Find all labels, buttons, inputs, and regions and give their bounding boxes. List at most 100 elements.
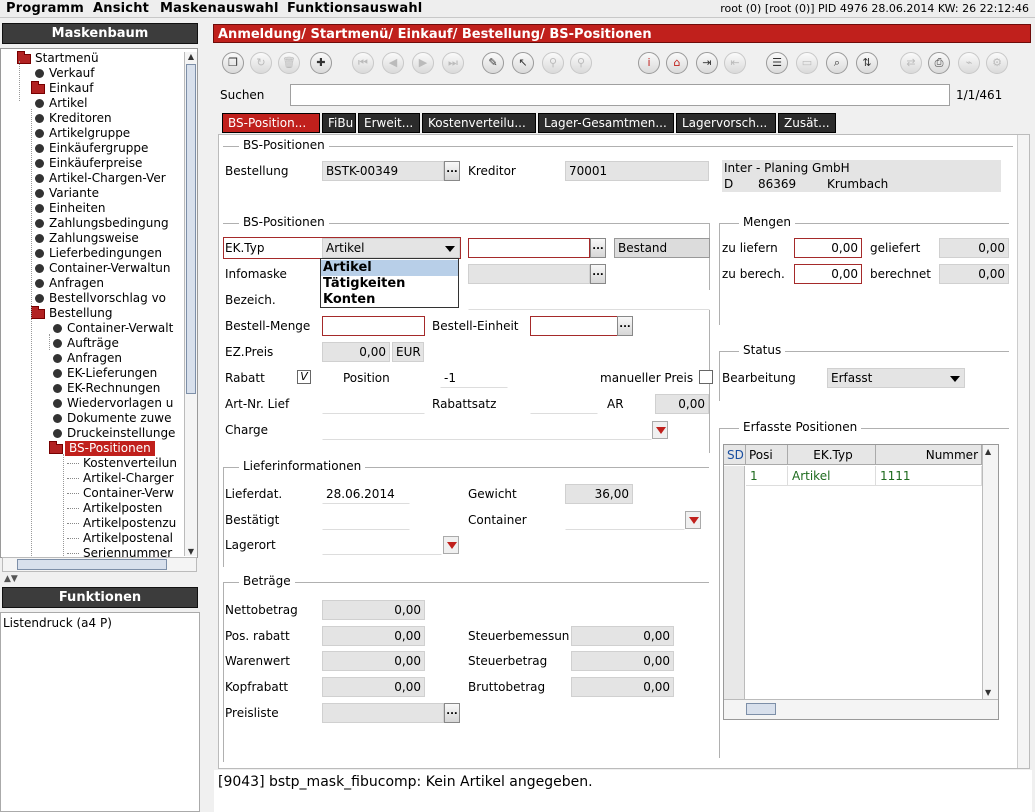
splitter-arrows-icon[interactable]: ▲▼ — [4, 574, 18, 584]
menu-programm[interactable]: Programm — [6, 1, 84, 16]
column-header-sd[interactable]: SD — [724, 445, 746, 465]
bestellung-lookup-button[interactable]: ... — [444, 161, 460, 181]
rabattsatz-field[interactable] — [530, 394, 598, 414]
nettobetrag-field[interactable]: 0,00 — [322, 600, 425, 620]
home-icon[interactable]: ⌂ — [666, 52, 688, 74]
tree-item[interactable]: Wiedervorlagen u — [1, 396, 185, 411]
export-icon[interactable]: ⎙ — [928, 52, 950, 74]
bestand-button[interactable]: Bestand — [614, 238, 710, 258]
ektyp-lookup-button[interactable]: ... — [590, 238, 606, 258]
zu-berech-field[interactable]: 0,00 — [794, 264, 862, 284]
pos-rabatt-field[interactable]: 0,00 — [322, 626, 425, 646]
bestell-menge-field[interactable] — [322, 316, 425, 336]
tree-item[interactable]: Zahlungsbedingung — [1, 216, 185, 231]
tree-item[interactable]: Anfragen — [1, 276, 185, 291]
refresh-icon[interactable]: ↻ — [250, 52, 272, 74]
tree-item[interactable]: Kreditoren — [1, 111, 185, 126]
table-scroll-down-icon[interactable]: ▼ — [985, 688, 991, 697]
scroll-up-icon[interactable]: ▲ — [185, 52, 197, 61]
charge-dropdown-icon[interactable] — [652, 421, 668, 439]
tree-item[interactable]: EK-Lieferungen — [1, 366, 185, 381]
lieferdat-field[interactable]: 28.06.2014 — [322, 484, 410, 504]
bearbeitung-dropdown[interactable]: Erfasst — [827, 368, 965, 388]
tree-item[interactable]: Bestellung — [1, 306, 185, 321]
table-horizontal-scrollbar[interactable] — [724, 699, 998, 719]
gewicht-field[interactable]: 36,00 — [565, 484, 633, 504]
infomaske-lookup-button[interactable]: ... — [590, 264, 606, 284]
last-icon[interactable]: ⏭ — [442, 52, 464, 74]
swap-icon[interactable]: ⇄ — [900, 52, 922, 74]
charge-field[interactable] — [322, 420, 652, 440]
tree-vertical-scrollbar[interactable]: ▲ ▼ — [184, 52, 197, 556]
notes-icon[interactable]: ☰ — [766, 52, 788, 74]
tree-item[interactable]: Kostenverteilun — [1, 456, 185, 471]
preisliste-lookup-button[interactable]: ... — [444, 703, 460, 723]
tab-lager-gesamtmenge[interactable]: Lager-Gesamtmen... — [538, 113, 674, 133]
bestellung-field[interactable]: BSTK-00349 — [322, 161, 444, 181]
tree-item[interactable]: Artikel-Charger — [1, 471, 185, 486]
tree-item[interactable]: Artikelgruppe — [1, 126, 185, 141]
print-icon[interactable]: ▭ — [796, 52, 818, 74]
attach-icon[interactable]: ⌁ — [958, 52, 980, 74]
table-cell-nummer[interactable]: 1111 — [876, 466, 982, 486]
search-input[interactable] — [290, 84, 950, 106]
art-nr-lief-field[interactable] — [322, 394, 425, 414]
tree-item[interactable]: Zahlungsweise — [1, 231, 185, 246]
ezpreis-field[interactable]: 0,00 — [322, 342, 390, 362]
trash-icon[interactable]: 🗑 — [278, 52, 300, 74]
position-field[interactable]: -1 — [440, 368, 508, 388]
hscroll-thumb[interactable] — [17, 559, 167, 570]
tree-item[interactable]: Container-Verwaltun — [1, 261, 185, 276]
tab-fibu[interactable]: FiBu — [322, 113, 356, 133]
link-search-icon[interactable]: ⚲ — [542, 52, 564, 74]
table-scroll-up-icon[interactable]: ▲ — [985, 447, 991, 456]
preisliste-field[interactable] — [322, 703, 444, 723]
tab-bs-positionen[interactable]: BS-Position... — [222, 113, 320, 133]
tree-item[interactable]: EK-Rechnungen — [1, 381, 185, 396]
steuerbemessung-field[interactable]: 0,00 — [571, 626, 674, 646]
manueller-preis-checkbox[interactable] — [699, 370, 713, 384]
tab-kostenverteilung[interactable]: Kostenverteilu... — [422, 113, 536, 133]
bestaetigt-field[interactable] — [322, 510, 410, 530]
tree-item[interactable]: Artikelpostenzu — [1, 516, 185, 531]
table-cell-posi[interactable]: 1 — [746, 466, 788, 486]
tree-item[interactable]: Container-Verw — [1, 486, 185, 501]
first-icon[interactable]: ⏮ — [352, 52, 374, 74]
function-item-listendruck[interactable]: Listendruck (a4 P) — [3, 616, 112, 630]
container-field[interactable] — [565, 510, 685, 530]
option-artikel[interactable]: Artikel — [321, 260, 458, 276]
config-icon[interactable]: ⚙ — [986, 52, 1008, 74]
ektyp-dropdown[interactable]: Artikel — [322, 238, 460, 258]
lagerort-dropdown-icon[interactable] — [443, 536, 459, 554]
tree-item[interactable]: BS-Positionen — [1, 441, 185, 456]
option-konten[interactable]: Konten — [321, 292, 458, 308]
table-cell-ektyp[interactable]: Artikel — [788, 466, 876, 486]
tree-item[interactable]: Bestellvorschlag vo — [1, 291, 185, 306]
sort-icon[interactable]: ⇅ — [856, 52, 878, 74]
bruttobetrag-field[interactable]: 0,00 — [571, 677, 674, 697]
next-icon[interactable]: ▶ — [412, 52, 434, 74]
option-taetigkeiten[interactable]: Tätigkeiten — [321, 276, 458, 292]
tree-horizontal-scrollbar[interactable] — [2, 557, 197, 572]
tree-item[interactable]: Artikel-Chargen-Ver — [1, 171, 185, 186]
kopfrabatt-field[interactable]: 0,00 — [322, 677, 425, 697]
tree-item[interactable]: Lieferbedingungen — [1, 246, 185, 261]
kreditor-field[interactable]: 70001 — [565, 161, 709, 181]
bestell-einheit-field[interactable] — [530, 316, 618, 336]
mask-tree[interactable]: Startmenü Verkauf Einkauf Artikel Kreditoren… — [0, 48, 198, 558]
tab-lagervorschlag[interactable]: Lagervorsch... — [676, 113, 776, 133]
tree-item[interactable]: Artikel — [1, 96, 185, 111]
search-icon[interactable]: ⌕ — [826, 52, 848, 74]
tree-item[interactable]: Container-Verwalt — [1, 321, 185, 336]
rabatt-checkbox[interactable]: V — [297, 370, 311, 384]
container-dropdown-icon[interactable] — [685, 511, 701, 529]
pointer-icon[interactable]: ↖ — [512, 52, 534, 74]
warenwert-field[interactable]: 0,00 — [322, 651, 425, 671]
plus-icon[interactable]: ✚ — [310, 52, 332, 74]
window-icon[interactable]: ❐ — [222, 52, 244, 74]
tab-erweitert[interactable]: Erweit... — [358, 113, 420, 133]
pencil-icon[interactable]: ✎ — [482, 52, 504, 74]
ektyp-options-popup[interactable]: Artikel Tätigkeiten Konten — [320, 258, 459, 308]
tree-item[interactable]: Aufträge — [1, 336, 185, 351]
berechnet-field[interactable]: 0,00 — [939, 264, 1009, 284]
